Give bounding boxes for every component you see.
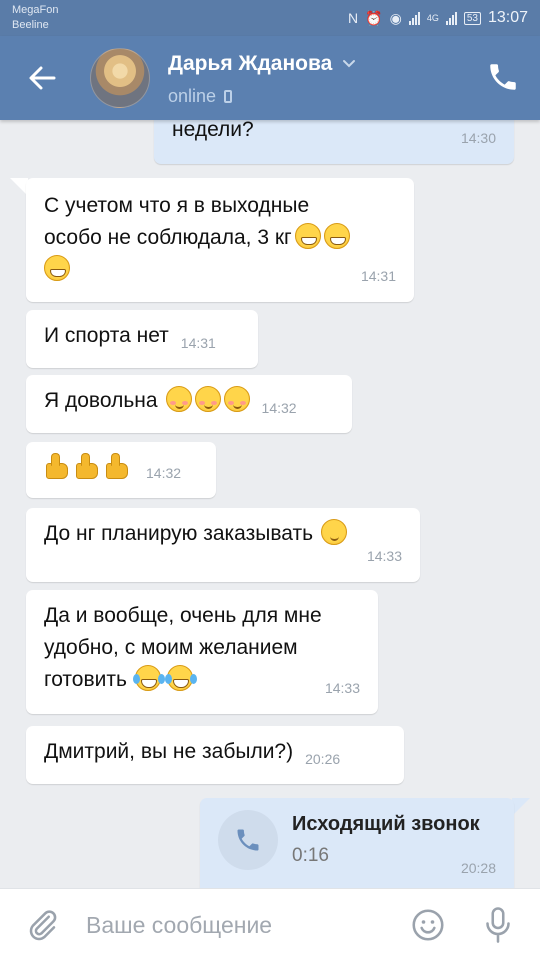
message-text-line: Да и вообще, очень для мне <box>44 604 322 627</box>
message-time: 14:32 <box>261 400 297 416</box>
message-text: И спорта нет <box>44 324 169 347</box>
mobile-device-icon <box>224 90 233 103</box>
chevron-down-icon <box>343 60 356 68</box>
message-time: 14:31 <box>360 268 396 284</box>
tears-of-joy-icon <box>132 665 161 691</box>
smiling-face-icon <box>223 386 250 412</box>
battery-icon: 53 <box>463 11 481 25</box>
message-bubble-incoming[interactable]: С учетом что я в выходные особо не соблю… <box>26 178 414 302</box>
call-message-bubble[interactable]: Исходящий звонок 0:16 20:28 <box>200 798 514 888</box>
paperclip-icon <box>29 910 57 941</box>
thumbs-up-icon <box>74 452 100 479</box>
message-bubble-incoming[interactable]: Дмитрий, вы не забыли?) 20:26 <box>26 726 404 784</box>
message-text: Я довольна <box>44 389 158 412</box>
grinning-face-icon <box>294 223 321 249</box>
message-bubble-incoming[interactable]: 14:32 <box>26 442 216 498</box>
carrier-2: Beeline <box>12 19 49 31</box>
back-arrow-icon <box>29 66 56 90</box>
clock: 13:07 <box>487 9 528 26</box>
message-time: 20:28 <box>460 860 496 876</box>
voice-message-button[interactable] <box>480 905 516 945</box>
eye-comfort-icon: ◉ <box>389 10 402 26</box>
contact-status: online <box>168 86 233 107</box>
message-text-line: удобно, с моим желанием <box>44 636 298 659</box>
phone-icon <box>237 829 259 851</box>
message-bubble-incoming[interactable]: До нг планирую заказывать 14:33 <box>26 508 420 582</box>
message-time: 14:31 <box>180 335 216 351</box>
microphone-icon <box>486 907 510 943</box>
tears-of-joy-icon <box>164 665 193 691</box>
status-bar: MegaFon Beeline N ⏰ ◉ 4G 53 13:07 <box>0 0 540 36</box>
message-list[interactable]: недели? 14:30 С учетом что я в выходные … <box>0 120 540 888</box>
contact-name[interactable]: Дарья Жданова <box>168 52 356 76</box>
message-text-line: особо не соблюдала, 3 кг <box>44 226 292 249</box>
message-composer <box>0 888 540 960</box>
phone-icon <box>490 64 516 90</box>
message-time: 20:26 <box>305 751 341 767</box>
thumbs-up-icon <box>44 452 70 479</box>
call-title: Исходящий звонок <box>292 813 480 835</box>
winking-face-icon <box>321 519 348 545</box>
smiley-icon <box>412 909 444 941</box>
message-bubble-incoming[interactable]: И спорта нет 14:31 <box>26 310 258 368</box>
call-button[interactable] <box>486 60 520 94</box>
smiling-face-icon <box>165 386 192 412</box>
status-icons: N ⏰ ◉ 4G 53 13:07 <box>348 8 528 28</box>
alarm-icon: ⏰ <box>365 10 383 26</box>
bubble-tail <box>512 798 530 816</box>
message-bubble-incoming[interactable]: Я довольна 14:32 <box>26 375 352 433</box>
call-duration: 0:16 <box>292 845 329 866</box>
message-bubble-incoming[interactable]: Да и вообще, очень для мне удобно, с мои… <box>26 590 378 714</box>
carrier-1: MegaFon <box>12 4 59 16</box>
message-input[interactable] <box>86 905 386 945</box>
message-text-line: С учетом что я в выходные <box>44 194 310 217</box>
signal-1-icon <box>408 11 420 25</box>
back-button[interactable] <box>22 58 62 98</box>
message-text-line: готовить <box>44 668 127 691</box>
online-label: online <box>168 86 217 106</box>
contact-name-text: Дарья Жданова <box>168 52 333 75</box>
call-button-circle[interactable] <box>218 810 278 870</box>
message-time: 14:33 <box>324 680 360 696</box>
message-text: недели? <box>172 120 254 141</box>
message-time: 14:33 <box>366 548 402 564</box>
thumbs-up-icon <box>104 452 130 479</box>
smiling-face-icon <box>194 386 221 412</box>
signal-2-icon <box>445 11 457 25</box>
grinning-face-icon <box>323 223 350 249</box>
message-time: 14:30 <box>460 130 496 146</box>
chat-header: Дарья Жданова online <box>0 36 540 120</box>
attach-button[interactable] <box>24 907 60 943</box>
emoji-button[interactable] <box>410 907 446 943</box>
network-type: 4G <box>426 13 439 23</box>
carrier-info: MegaFon Beeline <box>12 3 58 33</box>
avatar[interactable] <box>90 48 150 108</box>
grinning-face-icon <box>44 255 70 281</box>
message-bubble-outgoing[interactable]: недели? 14:30 <box>154 120 514 164</box>
nfc-icon: N <box>348 10 359 26</box>
message-text: До нг планирую заказывать <box>44 522 314 545</box>
message-time: 14:32 <box>146 465 182 481</box>
message-text: Дмитрий, вы не забыли?) <box>44 740 294 763</box>
